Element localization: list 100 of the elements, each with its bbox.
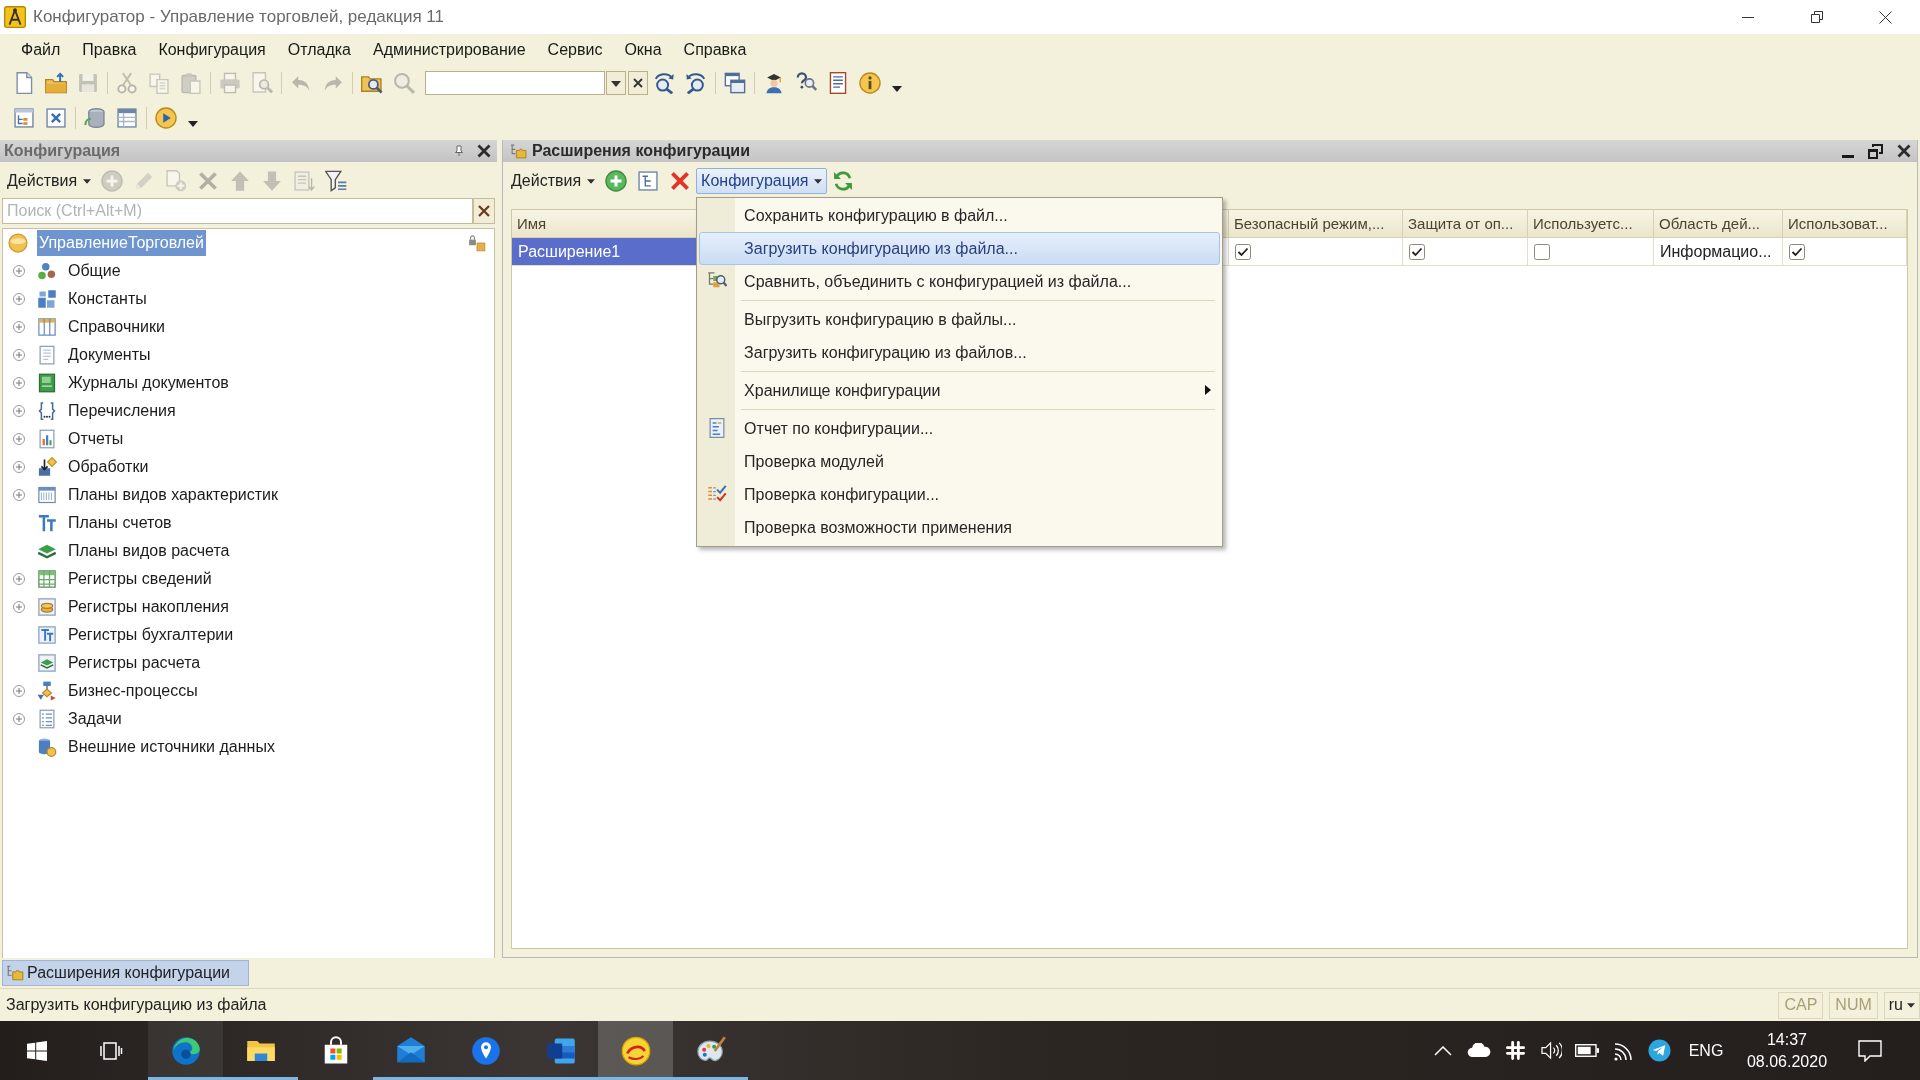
window-cross-icon[interactable] (45, 107, 67, 129)
expand-icon[interactable] (13, 265, 25, 277)
taskbar-button[interactable] (148, 1021, 223, 1080)
clock-date[interactable]: 08.06.2020 (1746, 1050, 1828, 1073)
tree-window-icon[interactable] (13, 107, 35, 129)
start-menu-icon[interactable] (27, 1040, 47, 1061)
search-field[interactable]: Поиск (Ctrl+Alt+M) (2, 198, 473, 224)
expand-icon[interactable] (13, 601, 25, 613)
expand-icon[interactable] (13, 405, 25, 417)
expand-icon[interactable] (13, 489, 25, 501)
minimize-icon[interactable] (1842, 154, 1854, 158)
column-header[interactable]: Область дей... (1654, 210, 1783, 237)
question-magnifier-icon[interactable] (795, 72, 817, 94)
refresh-icon[interactable] (832, 170, 855, 192)
wifi-icon[interactable] (1613, 1040, 1633, 1061)
tree-item[interactable]: Журналы документов (66, 370, 231, 396)
menu-item[interactable]: Проверка возможности применения (699, 510, 1221, 544)
table-icon[interactable] (116, 107, 138, 129)
hash-icon[interactable] (1505, 1041, 1525, 1060)
checkbox[interactable] (1409, 243, 1425, 260)
expand-icon[interactable] (13, 573, 25, 585)
speaker-icon[interactable] (1540, 1041, 1562, 1060)
expand-icon[interactable] (13, 377, 25, 389)
restore-icon[interactable] (1810, 11, 1823, 23)
tree-item[interactable]: Регистры сведений (66, 566, 214, 592)
menu-item[interactable]: Загрузить конфигурацию из файлов... (699, 335, 1221, 369)
column-header[interactable]: Безопасный режим,... (1229, 210, 1403, 237)
filter-icon[interactable] (325, 170, 348, 192)
tree-item[interactable]: Планы видов характеристик (66, 482, 280, 508)
windows-icon[interactable] (724, 72, 746, 94)
expand-icon[interactable] (13, 293, 25, 305)
add-icon[interactable] (605, 170, 628, 192)
expand-icon[interactable] (13, 433, 25, 445)
close-icon[interactable] (473, 198, 495, 224)
menu-item[interactable]: Проверка модулей (699, 444, 1221, 478)
language-indicator[interactable]: ENG (1677, 1040, 1735, 1061)
paper-plane-icon[interactable] (1647, 1039, 1671, 1062)
tree-item[interactable]: Общие (66, 258, 123, 284)
new-document-icon[interactable] (13, 72, 35, 94)
restore-icon[interactable] (1868, 143, 1883, 159)
clock-time[interactable]: 14:37 (1766, 1028, 1807, 1051)
caret-icon[interactable] (188, 121, 198, 127)
document-list-icon[interactable] (827, 72, 849, 94)
minimize-icon[interactable] (1741, 16, 1754, 18)
tree-item[interactable]: Документы (66, 342, 153, 368)
close-icon[interactable] (628, 71, 648, 95)
menu-item[interactable]: Проверка конфигурации... (699, 477, 1221, 511)
search-field[interactable] (425, 71, 605, 95)
checkbox[interactable] (1789, 243, 1805, 260)
tree-list-icon[interactable] (637, 170, 660, 192)
open-folder-icon[interactable] (45, 72, 67, 94)
column-header[interactable]: Использоват... (1783, 210, 1907, 237)
menu-item[interactable]: Справка (675, 38, 755, 62)
tree-item[interactable]: Планы видов расчета (66, 538, 232, 564)
close-icon[interactable] (477, 144, 491, 158)
chevron-up-icon[interactable] (1434, 1045, 1452, 1056)
tree-item[interactable]: Бизнес-процессы (66, 678, 200, 704)
menu-item[interactable]: Администрирование (365, 38, 534, 62)
notifications-icon[interactable] (1858, 1039, 1882, 1062)
column-header[interactable]: Используетс... (1528, 210, 1654, 237)
dropdown-button[interactable]: Действия (2, 168, 97, 194)
tree-item[interactable]: Константы (66, 286, 149, 312)
menu-item[interactable]: Отладка (279, 38, 359, 62)
tree-item[interactable]: Регистры накопления (66, 594, 231, 620)
menu-item[interactable]: Хранилище конфигурации (699, 373, 1221, 407)
language-dropdown[interactable]: ru (1883, 991, 1920, 1019)
expand-icon[interactable] (13, 461, 25, 473)
caret-icon[interactable] (892, 86, 902, 92)
menu-item[interactable]: Отчет по конфигурации... (699, 411, 1221, 445)
task-view-icon[interactable] (99, 1040, 123, 1061)
menu-item[interactable]: Файл (13, 38, 69, 62)
menu-item[interactable]: Выгрузить конфигурацию в файлы... (699, 302, 1221, 336)
cloud-icon[interactable] (1467, 1043, 1491, 1058)
tree-item[interactable]: Задачи (66, 706, 124, 732)
window-tab[interactable]: Расширения конфигурации (2, 960, 249, 986)
menu-item[interactable]: Окна (616, 38, 670, 62)
battery-icon[interactable] (1575, 1044, 1599, 1057)
tree-item[interactable]: Регистры бухгалтерии (66, 622, 236, 648)
menu-item[interactable]: Правка (74, 38, 145, 62)
tree-item[interactable]: Перечисления (66, 398, 178, 424)
tree-item[interactable]: Отчеты (66, 426, 126, 452)
column-header[interactable]: Защита от оп... (1403, 210, 1528, 237)
find-next-icon[interactable] (653, 72, 675, 94)
expand-icon[interactable] (13, 321, 25, 333)
checkbox[interactable] (1235, 243, 1251, 260)
caret-icon[interactable] (606, 71, 626, 95)
tree-item[interactable]: Справочники (66, 314, 167, 340)
tree-item[interactable]: Внешние источники данных (66, 734, 277, 760)
menu-item[interactable]: Конфигурация (150, 38, 274, 62)
play-icon[interactable] (155, 107, 177, 129)
checkbox[interactable] (1534, 243, 1550, 260)
database-icon[interactable] (84, 107, 106, 129)
tree-item[interactable]: Планы счетов (66, 510, 174, 536)
menu-item[interactable]: Сервис (539, 38, 611, 62)
dropdown-button[interactable]: Конфигурация (696, 168, 828, 194)
pin-icon[interactable] (455, 145, 463, 157)
expand-icon[interactable] (13, 713, 25, 725)
tree-item[interactable]: Регистры расчета (66, 650, 203, 676)
menu-item[interactable]: Сравнить, объединить с конфигурацией из файла... (699, 264, 1221, 298)
find-previous-icon[interactable] (685, 72, 707, 94)
